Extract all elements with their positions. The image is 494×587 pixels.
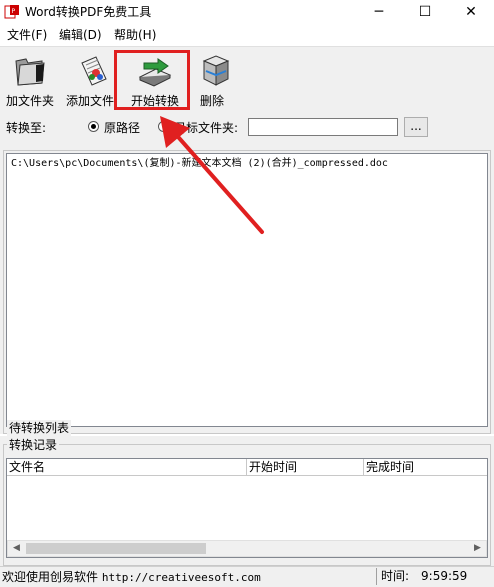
original-path-label: 原路径 bbox=[104, 121, 141, 135]
records-header: 文件名 开始时间 完成时间 bbox=[7, 459, 487, 476]
menu-edit[interactable]: 编辑(D) bbox=[59, 27, 102, 43]
records-title: 转换记录 bbox=[7, 437, 60, 453]
add-file-label: 添加文件 bbox=[66, 94, 115, 108]
add-folder-button[interactable]: 加文件夹 bbox=[4, 51, 56, 111]
target-folder-input[interactable] bbox=[248, 118, 398, 136]
column-start-time[interactable]: 开始时间 bbox=[247, 459, 364, 475]
target-folder-radio[interactable] bbox=[158, 121, 169, 132]
window-title: Word转换PDF免费工具 bbox=[25, 5, 152, 19]
column-filename[interactable]: 文件名 bbox=[7, 459, 247, 475]
menu-file[interactable]: 文件(F) bbox=[7, 27, 47, 43]
start-convert-highlight-box bbox=[114, 50, 190, 110]
close-button[interactable]: ✕ bbox=[448, 0, 494, 24]
toolbar: 加文件夹 添加文件 开始转换 删除 bbox=[0, 46, 494, 115]
list-item[interactable]: C:\Users\pc\Documents\(复制)-新建文本文档 (2)(合并… bbox=[11, 157, 388, 171]
scroll-thumb[interactable] bbox=[26, 543, 206, 554]
column-end-time[interactable]: 完成时间 bbox=[364, 459, 487, 475]
status-url: http://creativeesoft.com bbox=[101, 571, 261, 584]
convert-to-label: 转换至: bbox=[6, 121, 47, 135]
folder-icon bbox=[15, 58, 45, 86]
menu-help[interactable]: 帮助(H) bbox=[114, 27, 156, 43]
time-label: 时间: bbox=[381, 569, 410, 583]
delete-label: 删除 bbox=[200, 94, 225, 108]
records-horizontal-scrollbar[interactable]: ◀ ▶ bbox=[7, 540, 487, 557]
original-path-radio[interactable] bbox=[88, 121, 99, 132]
pending-list-group: C:\Users\pc\Documents\(复制)-新建文本文档 (2)(合并… bbox=[0, 144, 494, 436]
target-folder-label: 目标文件夹: bbox=[174, 121, 239, 135]
add-folder-label: 加文件夹 bbox=[6, 94, 55, 108]
delete-button[interactable]: 删除 bbox=[196, 51, 232, 111]
status-time: 时间: 9:59:59 bbox=[376, 568, 488, 585]
minimize-button[interactable]: ─ bbox=[356, 0, 402, 24]
status-message: 欢迎使用创易软件 http://creativeesoft.com bbox=[2, 569, 261, 586]
app-icon: P bbox=[4, 5, 19, 19]
time-value: 9:59:59 bbox=[421, 569, 468, 583]
pending-list-label: 待转换列表 bbox=[7, 420, 72, 436]
menu-bar: 文件(F) 编辑(D) 帮助(H) bbox=[0, 24, 494, 46]
add-file-icon bbox=[81, 56, 107, 86]
title-bar: P Word转换PDF免费工具 ─ ☐ ✕ bbox=[0, 0, 494, 24]
browse-button[interactable]: ... bbox=[404, 117, 428, 137]
status-welcome-text: 欢迎使用创易软件 bbox=[2, 570, 102, 584]
status-bar: 欢迎使用创易软件 http://creativeesoft.com 时间: 9:5… bbox=[0, 566, 494, 587]
svg-text:P: P bbox=[12, 8, 16, 15]
pending-listbox[interactable]: C:\Users\pc\Documents\(复制)-新建文本文档 (2)(合并… bbox=[6, 153, 488, 427]
delete-icon bbox=[202, 55, 230, 86]
convert-options: 转换至: 原路径 目标文件夹: ... bbox=[0, 114, 494, 144]
scroll-left-icon[interactable]: ◀ bbox=[8, 541, 25, 556]
scroll-right-icon[interactable]: ▶ bbox=[469, 541, 486, 556]
maximize-button[interactable]: ☐ bbox=[402, 0, 448, 24]
